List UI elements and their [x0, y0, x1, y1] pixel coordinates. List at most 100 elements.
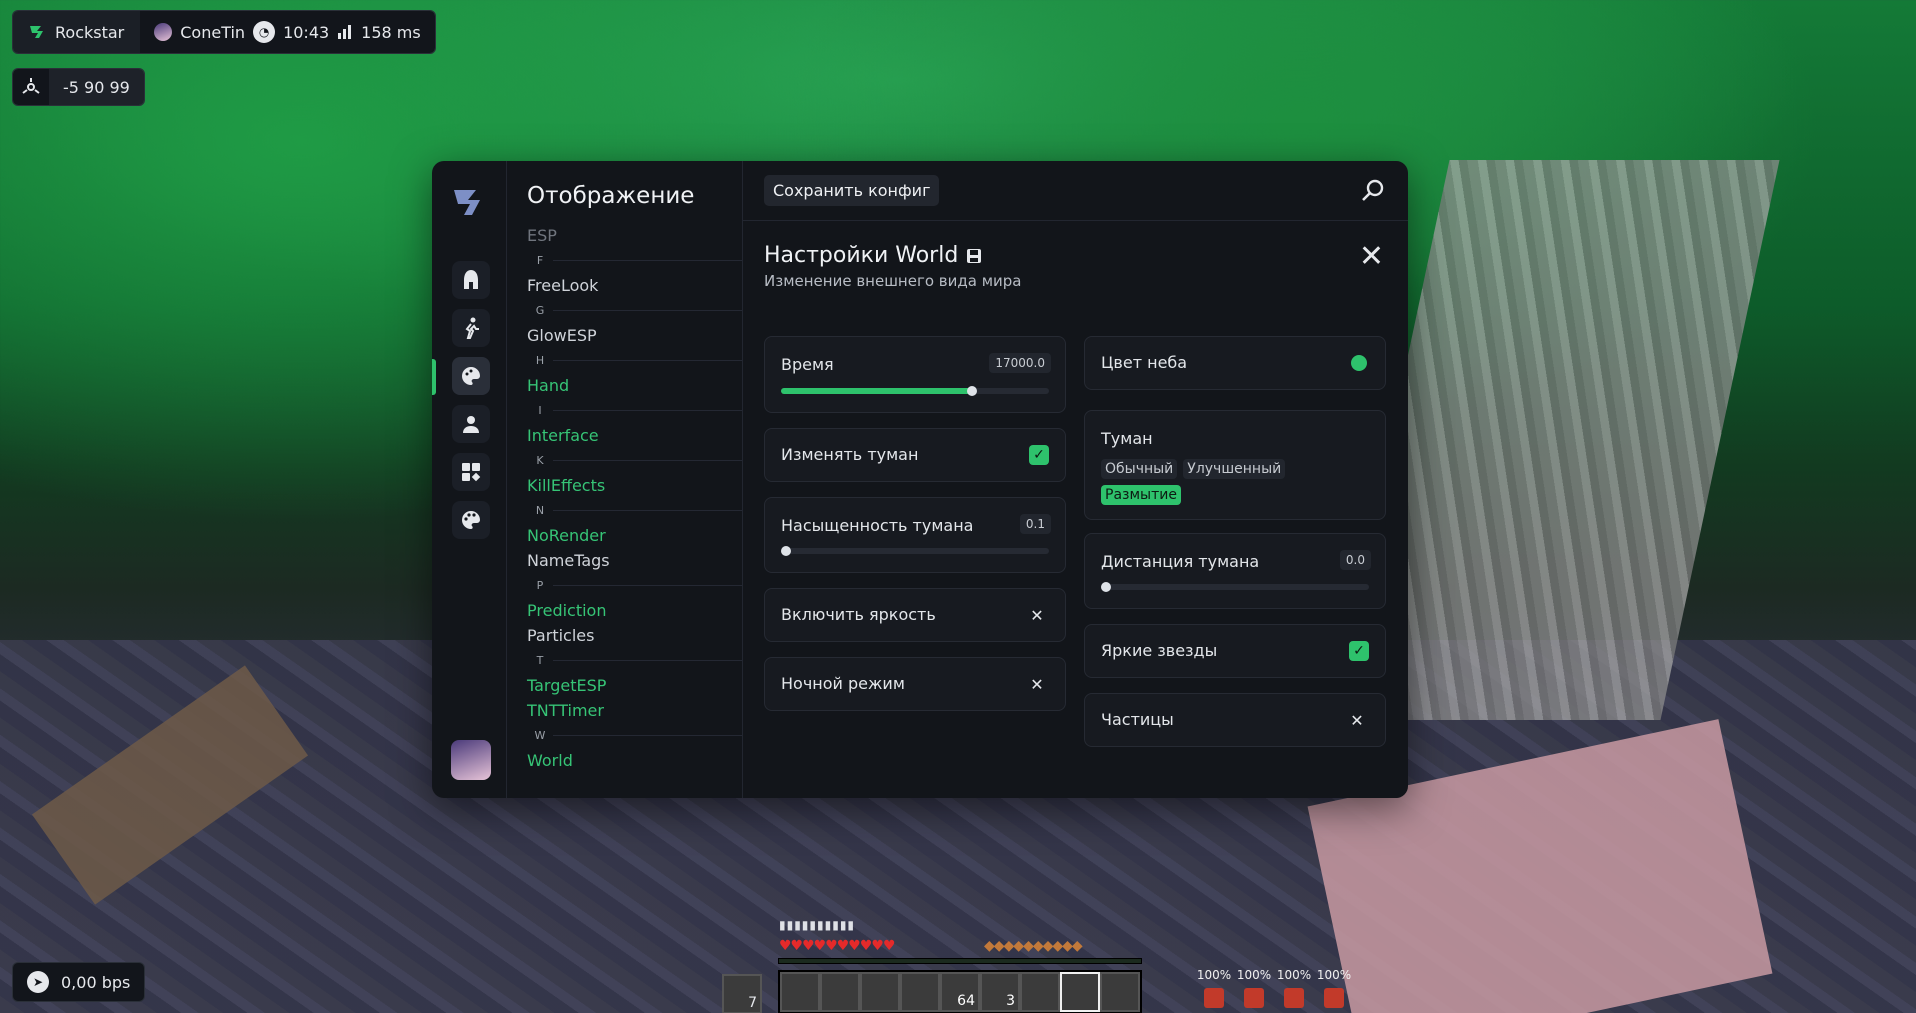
letter-label: I — [538, 404, 542, 417]
category-misc-button[interactable] — [452, 453, 490, 491]
armor-icons — [1196, 988, 1352, 1010]
module-item-particles[interactable]: Particles — [507, 623, 742, 648]
search-icon[interactable] — [1359, 177, 1387, 205]
fog-mode-card: Туман Обычный Улучшенный Размытие — [1084, 410, 1386, 520]
hotbar-slot-2[interactable] — [820, 972, 860, 1012]
particles-card[interactable]: Частицы ✕ — [1084, 693, 1386, 747]
night-mode-off-icon[interactable]: ✕ — [1027, 674, 1047, 694]
bucket-count: 3 — [1006, 993, 1015, 1009]
save-disk-icon[interactable] — [966, 248, 982, 264]
module-item-world[interactable]: World — [507, 748, 742, 773]
hunger-bar: ◆◆◆◆◆◆◆◆◆◆ — [984, 938, 1083, 954]
category-combat-button[interactable] — [452, 261, 490, 299]
coordinates-icon — [13, 69, 49, 105]
fog-option-blur[interactable]: Размытие — [1101, 485, 1181, 505]
sky-color-swatch[interactable] — [1351, 355, 1367, 371]
palette-icon — [462, 511, 480, 529]
module-item-esp[interactable]: ESP — [507, 223, 742, 248]
fog-saturation-knob[interactable] — [781, 546, 791, 556]
module-item-nametags[interactable]: NameTags — [507, 548, 742, 573]
stack-count: 64 — [957, 993, 975, 1009]
category-player-button[interactable] — [452, 405, 490, 443]
module-list-items: ESP F FreeLook G GlowESP H Hand I Interface K Kill… — [507, 223, 742, 773]
particles-label: Частицы — [1101, 710, 1174, 729]
module-item-norender[interactable]: NoRender — [507, 523, 742, 548]
user-icon — [463, 416, 479, 433]
hotbar-slot-6[interactable]: 3 — [980, 972, 1020, 1012]
hud-speed: ➤ 0,00 bps — [12, 962, 146, 1002]
hotbar: 64 3 — [778, 970, 1142, 1013]
time-slider-fill — [781, 388, 972, 394]
hud-brand: Rockstar — [13, 11, 141, 53]
fog-distance-card: Дистанция тумана 0.0 — [1084, 533, 1386, 609]
running-man-icon — [465, 317, 479, 339]
brightness-label: Включить яркость — [781, 605, 936, 624]
fog-option-normal[interactable]: Обычный — [1101, 459, 1178, 479]
hotbar-slot-5[interactable]: 64 — [940, 972, 980, 1012]
letter-label: H — [535, 354, 545, 367]
brightness-off-icon[interactable]: ✕ — [1027, 605, 1047, 625]
active-category-indicator — [432, 359, 436, 395]
module-item-killeffects[interactable]: KillEffects — [507, 473, 742, 498]
module-letter-divider: H — [507, 348, 742, 373]
hotbar-slot-9[interactable] — [1100, 972, 1140, 1012]
close-icon[interactable]: ✕ — [1359, 242, 1384, 272]
sky-color-label: Цвет неба — [1101, 353, 1188, 372]
settings-title-row: Настройки World — [764, 243, 1022, 268]
hud-info: ConeTin ◔ 10:43 158 ms — [140, 11, 435, 53]
armor-bar: ▮▮▮▮▮▮▮▮▮▮ — [779, 918, 856, 932]
durability-boots: 100% — [1196, 968, 1232, 982]
signal-icon — [338, 25, 352, 39]
chestplate-icon — [1276, 988, 1312, 1010]
category-movement-button[interactable] — [452, 309, 490, 347]
bright-stars-checkbox[interactable]: ✓ — [1349, 641, 1369, 661]
bright-stars-card[interactable]: Яркие звезды ✓ — [1084, 624, 1386, 678]
profile-avatar[interactable] — [451, 740, 491, 780]
user-avatar-icon — [154, 23, 173, 41]
letter-label: F — [536, 254, 544, 267]
module-item-prediction[interactable]: Prediction — [507, 598, 742, 623]
brightness-card[interactable]: Включить яркость ✕ — [764, 588, 1066, 642]
fog-distance-slider[interactable] — [1101, 582, 1369, 592]
fog-distance-knob[interactable] — [1101, 582, 1111, 592]
offhand-slot[interactable]: 7 — [722, 974, 762, 1013]
night-mode-label: Ночной режим — [781, 674, 905, 693]
particles-off-icon[interactable]: ✕ — [1347, 710, 1367, 730]
letter-label: P — [536, 579, 544, 592]
change-fog-card[interactable]: Изменять туман ✓ — [764, 428, 1066, 482]
hotbar-slot-1[interactable] — [780, 972, 820, 1012]
armor-durability: 100% 100% 100% 100% — [1196, 968, 1352, 982]
category-render-button[interactable] — [452, 357, 490, 395]
fog-mode-options: Обычный Улучшенный Размытие — [1101, 459, 1361, 505]
module-item-glowesp[interactable]: GlowESP — [507, 323, 742, 348]
hotbar-slot-7[interactable] — [1020, 972, 1060, 1012]
time-slider-card: Время 17000.0 — [764, 336, 1066, 413]
module-item-targetesp[interactable]: TargetESP — [507, 673, 742, 698]
category-themes-button[interactable] — [452, 501, 490, 539]
module-item-hand[interactable]: Hand — [507, 373, 742, 398]
night-mode-card[interactable]: Ночной режим ✕ — [764, 657, 1066, 711]
hud-watermark: Rockstar ConeTin ◔ 10:43 158 ms — [12, 10, 436, 54]
clock-icon: ◔ — [253, 21, 276, 43]
hotbar-slot-3[interactable] — [860, 972, 900, 1012]
sky-color-card[interactable]: Цвет неба — [1084, 336, 1386, 390]
bright-stars-label: Яркие звезды — [1101, 641, 1218, 660]
letter-label: G — [535, 304, 545, 317]
time-slider[interactable] — [781, 386, 1049, 396]
fog-saturation-slider[interactable] — [781, 546, 1049, 556]
client-logo-icon — [454, 190, 480, 215]
hud-coords-value: -5 90 99 — [49, 69, 144, 105]
fog-option-improved[interactable]: Улучшенный — [1183, 459, 1286, 479]
hotbar-slot-4[interactable] — [900, 972, 940, 1012]
hotbar-slot-8-selected[interactable] — [1060, 972, 1100, 1012]
speed-icon: ➤ — [27, 971, 49, 993]
module-item-interface[interactable]: Interface — [507, 423, 742, 448]
module-item-tnttimer[interactable]: TNTTimer — [507, 698, 742, 723]
time-slider-knob[interactable] — [967, 386, 978, 396]
hud-time: 10:43 — [283, 22, 330, 42]
save-config-button[interactable]: Сохранить конфиг — [764, 175, 940, 206]
category-rail — [432, 161, 507, 798]
change-fog-checkbox[interactable]: ✓ — [1029, 445, 1049, 465]
hud-username: ConeTin — [180, 22, 246, 42]
module-item-freelook[interactable]: FreeLook — [507, 273, 742, 298]
